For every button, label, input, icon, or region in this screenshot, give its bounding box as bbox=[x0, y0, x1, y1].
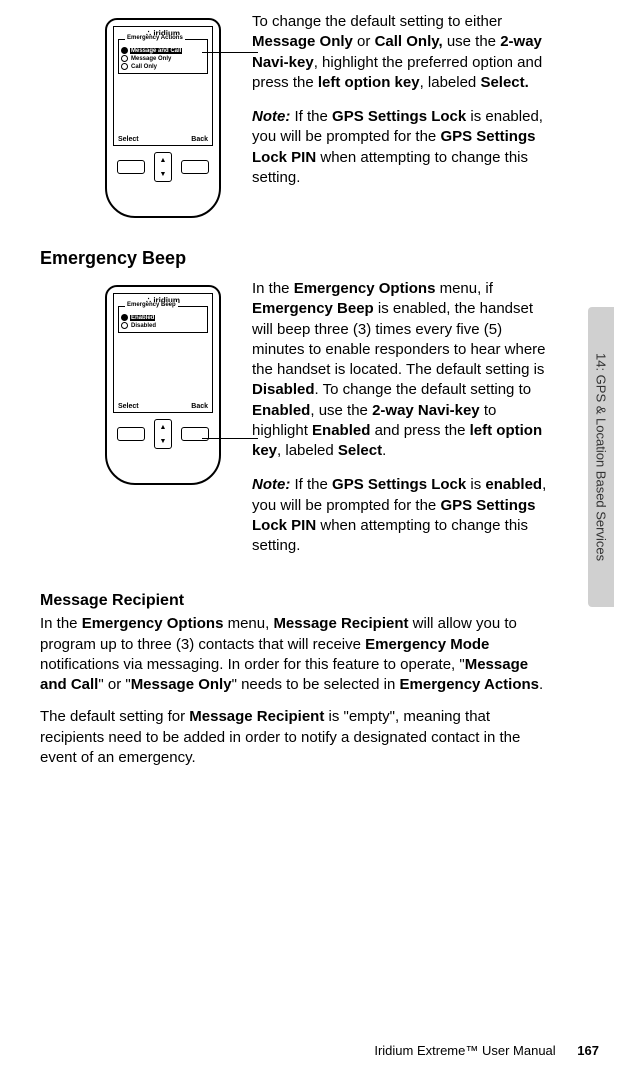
menu-item-2a: Enabled bbox=[121, 314, 205, 321]
menu-title-1: Emergency Actions bbox=[125, 35, 185, 41]
menu-item-2b: Disabled bbox=[121, 322, 205, 329]
page-footer: Iridium Extreme™ User Manual 167 bbox=[374, 1043, 599, 1058]
navi-key: ▲▼ bbox=[154, 152, 172, 182]
section-1-text: To change the default setting to either … bbox=[252, 12, 555, 202]
softkey-right-2: Back bbox=[191, 403, 208, 410]
softkey-right-1: Back bbox=[191, 136, 208, 143]
device-screen-1: iridium Emergency Actions Message and Ca… bbox=[113, 26, 213, 146]
section-2-text: In the Emergency Options menu, if Emerge… bbox=[252, 279, 555, 570]
footer-title: Iridium Extreme™ User Manual bbox=[374, 1043, 555, 1058]
heading-message-recipient: Message Recipient bbox=[40, 592, 555, 610]
heading-emergency-beep: Emergency Beep bbox=[40, 248, 555, 269]
side-tab-text: 14: GPS & Location Based Services bbox=[594, 353, 609, 561]
left-softkey-button-2 bbox=[117, 427, 145, 441]
menu-item-1a: Message and Call bbox=[121, 47, 205, 54]
menu-item-1b: Message Only bbox=[121, 55, 205, 62]
menu-item-1c: Call Only bbox=[121, 63, 205, 70]
page-number: 167 bbox=[577, 1043, 599, 1058]
section-3-text: In the Emergency Options menu, Message R… bbox=[40, 614, 555, 768]
pointer-line-2 bbox=[202, 438, 258, 439]
device-illustration-2: iridium Emergency Beep Enabled Disabled … bbox=[40, 279, 240, 495]
left-softkey-button bbox=[117, 160, 145, 174]
side-tab: 14: GPS & Location Based Services bbox=[588, 307, 614, 607]
softkey-left-2: Select bbox=[118, 403, 139, 410]
device-screen-2: iridium Emergency Beep Enabled Disabled … bbox=[113, 293, 213, 413]
menu-title-2: Emergency Beep bbox=[125, 302, 178, 308]
pointer-line-1 bbox=[202, 52, 258, 53]
device-illustration-1: iridium Emergency Actions Message and Ca… bbox=[40, 12, 240, 228]
navi-key-2: ▲▼ bbox=[154, 419, 172, 449]
right-softkey-button bbox=[181, 160, 209, 174]
softkey-left-1: Select bbox=[118, 136, 139, 143]
